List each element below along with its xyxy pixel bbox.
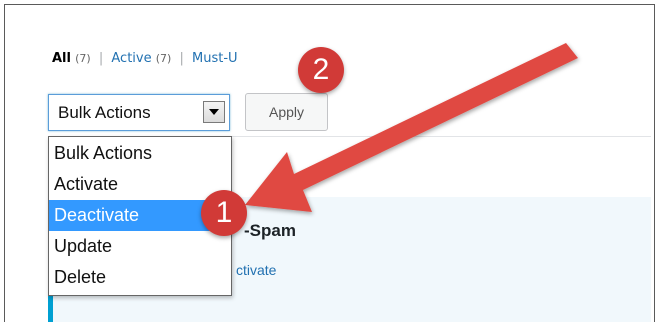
annotation-badge-2: 2: [298, 47, 344, 93]
annotation-badge-1: 1: [201, 190, 247, 236]
